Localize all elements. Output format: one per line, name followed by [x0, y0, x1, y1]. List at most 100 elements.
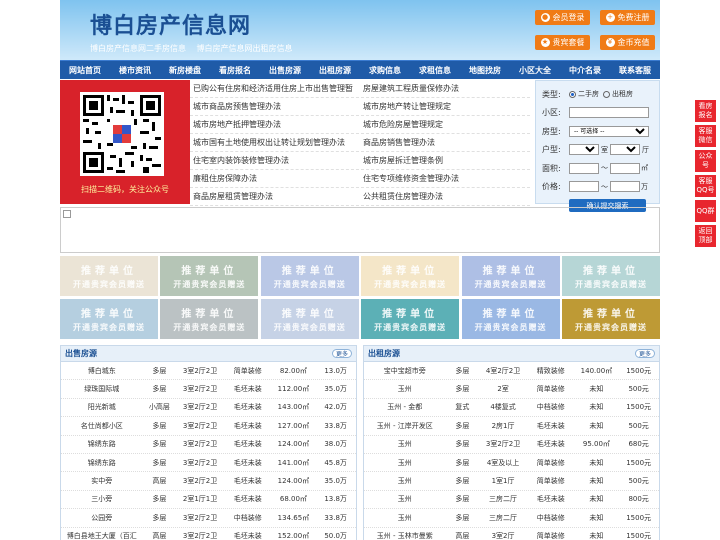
- policy-link[interactable]: 城市危险房屋管理规定: [360, 119, 530, 130]
- table-cell[interactable]: 玉州: [364, 384, 445, 394]
- table-cell[interactable]: 玉州 - 金都: [364, 402, 445, 412]
- room-select[interactable]: [569, 144, 599, 156]
- policy-link[interactable]: 房屋建筑工程质量保修办法: [360, 83, 530, 94]
- table-row[interactable]: 玉州 多层 1室1厅 简单装修 未知 500元: [364, 472, 659, 491]
- side-viewing-signup-button[interactable]: 看房报名: [695, 100, 716, 122]
- table-cell[interactable]: 玉州: [364, 494, 445, 504]
- recommend-slot[interactable]: 推荐单位 开通贵宾会员赠送: [361, 299, 460, 339]
- recommend-slot[interactable]: 推荐单位 开通贵宾会员赠送: [60, 256, 158, 296]
- table-cell[interactable]: 公园旁: [61, 513, 142, 523]
- recommend-slot[interactable]: 推荐单位 开通贵宾会员赠送: [160, 299, 259, 339]
- side-back-to-top-button[interactable]: 返回顶部: [695, 225, 716, 247]
- rent-more-button[interactable]: 更多: [635, 349, 655, 358]
- recommend-slot[interactable]: 推荐单位 开通贵宾会员赠送: [160, 256, 259, 296]
- recommend-slot[interactable]: 推荐单位 开通贵宾会员赠送: [561, 256, 660, 296]
- table-row[interactable]: 锦绣东路 多层 3室2厅2卫 毛坯未装 124.00㎡ 38.0万: [61, 436, 356, 454]
- table-cell[interactable]: 阳光新城: [61, 402, 142, 412]
- login-button[interactable]: ● 会员登录: [535, 10, 590, 25]
- table-cell[interactable]: 实中旁: [61, 476, 142, 486]
- table-row[interactable]: 博白城东 多层 3室2厅2卫 简单装修 82.00㎡ 13.0万: [61, 362, 356, 381]
- table-row[interactable]: 锦绣东路 多层 3室2厅2卫 毛坯未装 141.00㎡ 45.8万: [61, 454, 356, 473]
- table-cell[interactable]: 名仕尚都小区: [61, 421, 142, 431]
- policy-link[interactable]: 商品房屋租赁管理办法: [190, 191, 360, 202]
- table-row[interactable]: 玉州 多层 4室及以上 简单装修 未知 1500元: [364, 454, 659, 473]
- area-max-input[interactable]: [610, 162, 640, 174]
- table-cell[interactable]: 博白城东: [61, 366, 142, 376]
- policy-link[interactable]: 城市房屋拆迁管理条例: [360, 155, 530, 166]
- side-qq-button[interactable]: 客服QQ号: [695, 175, 716, 197]
- table-row[interactable]: 博白县地王大厦（百汇 高层 3室2厅2卫 毛坯未装 152.00㎡ 50.0万: [61, 528, 356, 540]
- vip-package-button[interactable]: ★ 贵宾套餐: [535, 35, 590, 50]
- table-cell[interactable]: 宝中宝超市旁: [364, 366, 445, 376]
- table-row[interactable]: 名仕尚都小区 多层 3室2厅2卫 毛坯未装 127.00㎡ 33.8万: [61, 417, 356, 436]
- sale-more-button[interactable]: 更多: [332, 349, 352, 358]
- policy-link[interactable]: 商品房销售管理办法: [360, 137, 530, 148]
- policy-link[interactable]: 廉租住房保障办法: [190, 173, 360, 184]
- nav-want-buy[interactable]: 求购信息: [360, 61, 410, 79]
- table-row[interactable]: 玉州 - 江岸开发区 多层 2房1厅 毛坯未装 未知 500元: [364, 417, 659, 436]
- policy-link[interactable]: 城市房地产抵押管理办法: [190, 119, 360, 130]
- banner-image[interactable]: [60, 207, 660, 253]
- policy-link[interactable]: 城市房地产转让管理规定: [360, 101, 530, 112]
- nav-viewing-signup[interactable]: 看房报名: [210, 61, 260, 79]
- table-row[interactable]: 玉州 多层 三房二厅 毛坯未装 未知 800元: [364, 491, 659, 510]
- policy-link[interactable]: 公共租赁住房管理办法: [360, 191, 530, 202]
- nav-rent[interactable]: 出租房源: [310, 61, 360, 79]
- side-wechat-button[interactable]: 客服微信: [695, 125, 716, 147]
- table-cell[interactable]: 玉州: [364, 513, 445, 523]
- register-button[interactable]: + 免费注册: [600, 10, 655, 25]
- policy-link[interactable]: 住宅室内装饰装修管理办法: [190, 155, 360, 166]
- table-row[interactable]: 绿珠国际城 多层 3室2厅2卫 毛坯未装 112.00㎡ 35.0万: [61, 380, 356, 399]
- subtitle-sale[interactable]: 博白房产信息网二手房信息: [90, 44, 186, 53]
- recommend-slot[interactable]: 推荐单位 开通贵宾会员赠送: [561, 299, 660, 339]
- table-cell[interactable]: 三小旁: [61, 494, 142, 504]
- table-cell[interactable]: 锦绣东路: [61, 439, 142, 449]
- hall-select[interactable]: [610, 144, 640, 156]
- nav-news[interactable]: 楼市资讯: [110, 61, 160, 79]
- coin-recharge-button[interactable]: ¥ 金币充值: [600, 35, 655, 50]
- price-max-input[interactable]: [610, 181, 640, 193]
- table-cell[interactable]: 玉州 - 玉林市曼紫: [364, 531, 445, 540]
- type-radio-rent[interactable]: [603, 90, 610, 98]
- table-cell[interactable]: 玉州: [364, 458, 445, 468]
- site-logo[interactable]: 博白房产信息网: [90, 8, 251, 40]
- table-row[interactable]: 玉州 多层 2室 简单装修 未知 500元: [364, 380, 659, 399]
- table-row[interactable]: 宝中宝超市旁 多层 4室2厅2卫 精致装修 140.00㎡ 1500元: [364, 362, 659, 381]
- nav-agents[interactable]: 中介名录: [560, 61, 610, 79]
- recommend-slot[interactable]: 推荐单位 开通贵宾会员赠送: [461, 256, 560, 296]
- table-cell[interactable]: 锦绣东路: [61, 458, 142, 468]
- table-row[interactable]: 玉州 多层 3室2厅2卫 毛坯未装 95.00㎡ 680元: [364, 436, 659, 454]
- table-cell[interactable]: 玉州: [364, 439, 445, 449]
- recommend-slot[interactable]: 推荐单位 开通贵宾会员赠送: [461, 299, 560, 339]
- price-min-input[interactable]: [569, 181, 599, 193]
- policy-link[interactable]: 已购公有住房和经济适用住房上市出售管理暂: [190, 83, 360, 94]
- table-row[interactable]: 玉州 - 玉林市曼紫 高层 3室2厅 简单装修 未知 1500元: [364, 528, 659, 540]
- table-row[interactable]: 玉州 - 金都 复式 4楼复式 中档装修 未知 1500元: [364, 399, 659, 418]
- type-radio-sale[interactable]: [569, 90, 576, 98]
- nav-home[interactable]: 网站首页: [60, 61, 110, 79]
- area-min-input[interactable]: [569, 162, 599, 174]
- recommend-slot[interactable]: 推荐单位 开通贵宾会员赠送: [361, 256, 460, 296]
- table-cell[interactable]: 博白县地王大厦（百汇: [61, 531, 142, 540]
- table-row[interactable]: 三小旁 多层 2室1厅1卫 毛坯未装 68.00㎡ 13.8万: [61, 491, 356, 510]
- house-type-select[interactable]: -- 可选择 --: [569, 125, 649, 137]
- community-input[interactable]: [569, 107, 649, 119]
- side-qq-group-button[interactable]: QQ群: [695, 200, 716, 222]
- table-cell[interactable]: 绿珠国际城: [61, 384, 142, 394]
- subtitle-rent[interactable]: 博白房产信息网出租房信息: [197, 44, 293, 53]
- recommend-slot[interactable]: 推荐单位 开通贵宾会员赠送: [260, 299, 359, 339]
- side-official-account-button[interactable]: 公众号: [695, 150, 716, 172]
- table-row[interactable]: 阳光新城 小高层 3室2厅2卫 毛坯未装 143.00㎡ 42.0万: [61, 399, 356, 418]
- table-cell[interactable]: 玉州 - 江岸开发区: [364, 421, 445, 431]
- table-row[interactable]: 实中旁 高层 3室2厅2卫 毛坯未装 124.00㎡ 35.0万: [61, 472, 356, 491]
- policy-link[interactable]: 住宅专项维修资金管理办法: [360, 173, 530, 184]
- nav-support[interactable]: 联系客服: [610, 61, 660, 79]
- table-row[interactable]: 公园旁 多层 3室2厅2卫 中档装修 134.65㎡ 33.8万: [61, 509, 356, 528]
- policy-link[interactable]: 城市商品房预售管理办法: [190, 101, 360, 112]
- table-cell[interactable]: 玉州: [364, 476, 445, 486]
- table-row[interactable]: 玉州 多层 三房二厅 中档装修 未知 1500元: [364, 509, 659, 528]
- nav-sale[interactable]: 出售房源: [260, 61, 310, 79]
- nav-map[interactable]: 地图找房: [460, 61, 510, 79]
- recommend-slot[interactable]: 推荐单位 开通贵宾会员赠送: [60, 299, 158, 339]
- policy-link[interactable]: 城市国有土地使用权出让转让规划管理办法: [190, 137, 360, 148]
